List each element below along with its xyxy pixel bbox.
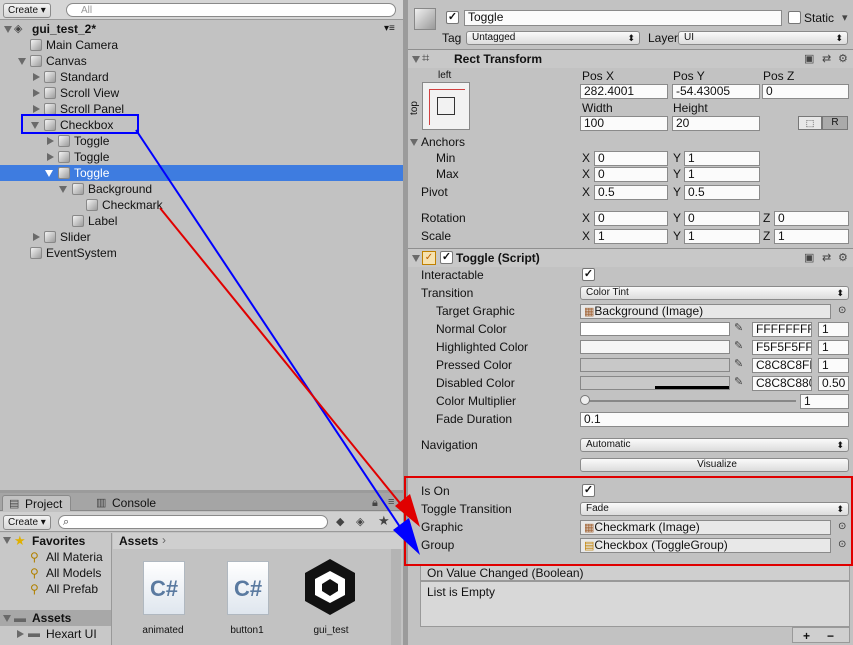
red-arrow-line xyxy=(160,208,412,518)
annotation-arrows xyxy=(0,0,853,645)
blue-arrow-line xyxy=(136,130,412,545)
